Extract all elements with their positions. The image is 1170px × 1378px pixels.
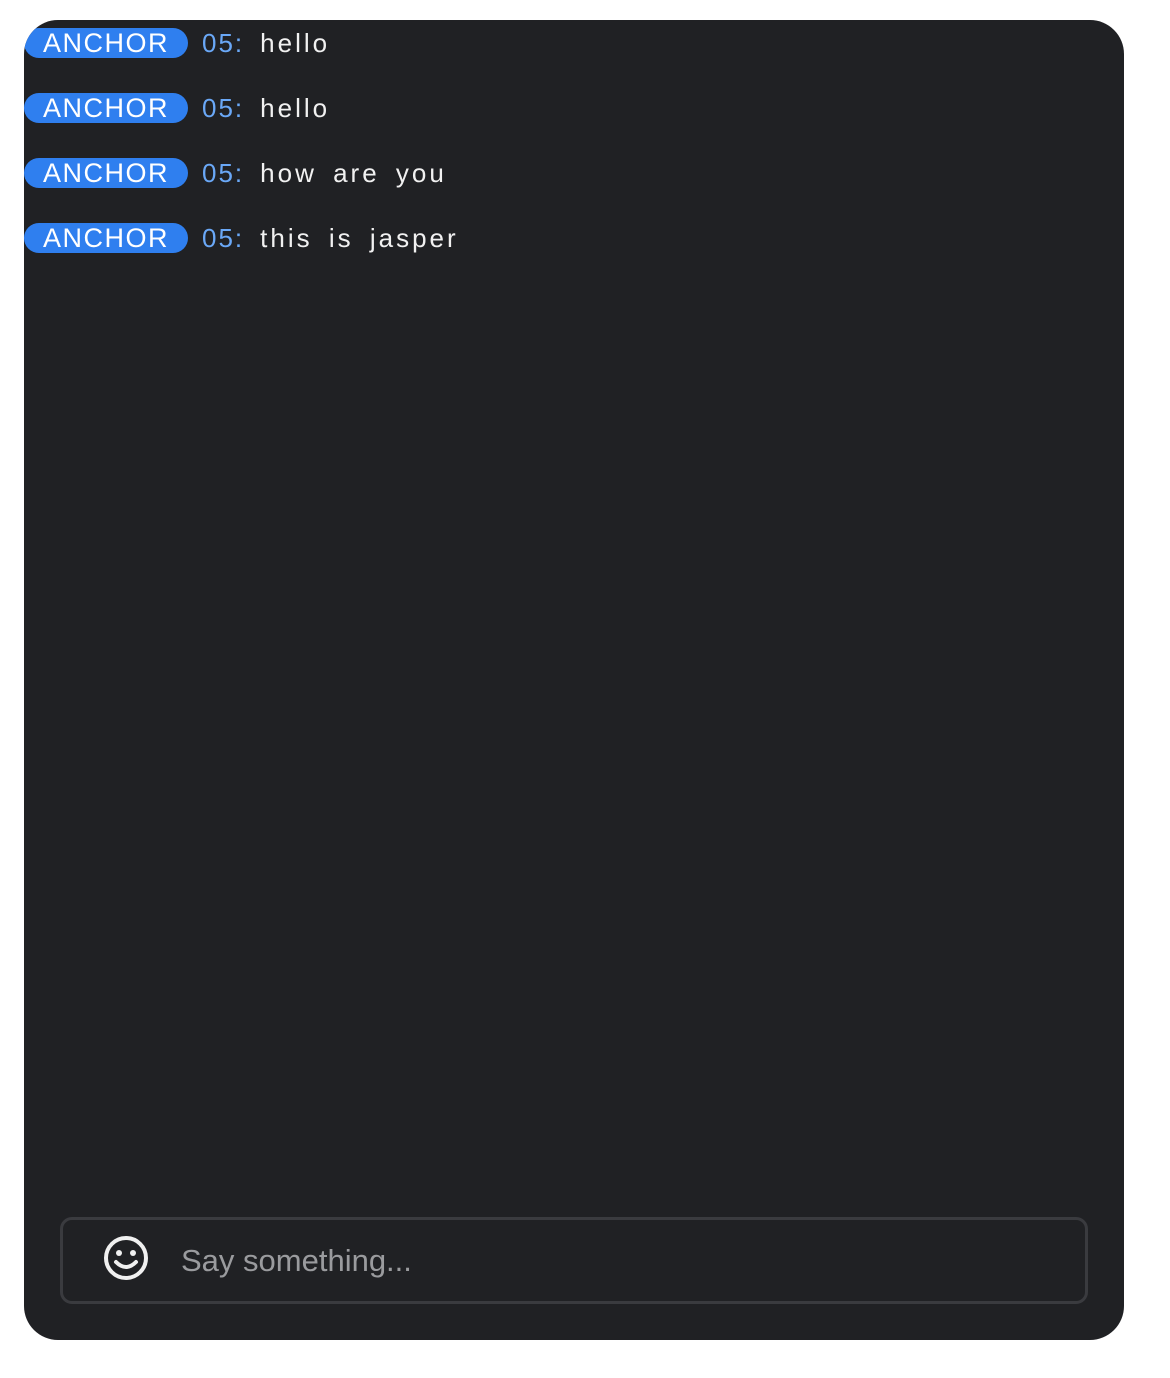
- chat-message-input[interactable]: [179, 1234, 1065, 1287]
- role-badge: ANCHOR: [24, 223, 188, 253]
- chat-input-bar: [60, 1217, 1088, 1304]
- chat-panel: ANCHOR 05: hello ANCHOR 05: hello ANCHOR…: [24, 20, 1124, 1340]
- sender-name: 05:: [202, 222, 245, 253]
- emoji-button[interactable]: [101, 1236, 151, 1286]
- message-text: how are you: [260, 157, 447, 188]
- message-list[interactable]: ANCHOR 05: hello ANCHOR 05: hello ANCHOR…: [24, 28, 1124, 288]
- role-badge: ANCHOR: [24, 158, 188, 188]
- message-text: hello: [260, 92, 331, 123]
- chat-message: ANCHOR 05: this is jasper: [24, 223, 1124, 253]
- role-badge: ANCHOR: [24, 93, 188, 123]
- message-text: hello: [260, 27, 331, 58]
- message-text: this is jasper: [260, 222, 459, 253]
- sender-name: 05:: [202, 92, 245, 123]
- chat-message: ANCHOR 05: how are you: [24, 158, 1124, 188]
- chat-message: ANCHOR 05: hello: [24, 28, 1124, 58]
- smiley-face-icon: [102, 1234, 150, 1287]
- chat-message: ANCHOR 05: hello: [24, 93, 1124, 123]
- sender-name: 05:: [202, 27, 245, 58]
- role-badge: ANCHOR: [24, 28, 188, 58]
- sender-name: 05:: [202, 157, 245, 188]
